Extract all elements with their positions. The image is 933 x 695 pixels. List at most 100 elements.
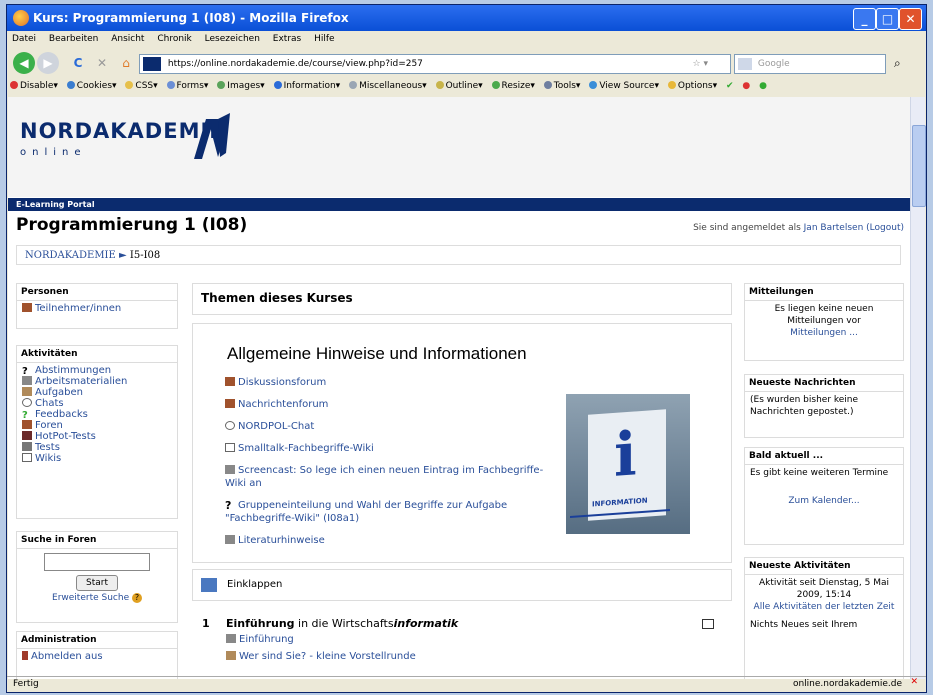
webdev-options[interactable]: Options▾ [667, 81, 717, 91]
quiz-icon [22, 442, 32, 451]
link-gruppeneinteilung[interactable]: ? Gruppeneinteilung und Wahl der Begriffe… [225, 499, 555, 525]
link-abstimmungen[interactable]: ? Abstimmungen [22, 365, 172, 377]
webdev-miscellaneous[interactable]: Miscellaneous▾ [349, 81, 427, 91]
collapse-bar[interactable]: Einklappen [192, 569, 732, 601]
breadcrumb-root[interactable]: NORDAKADEMIE [25, 250, 116, 261]
link-hotpot-tests[interactable]: HotPot-Tests [22, 431, 172, 442]
collapse-icon[interactable] [201, 578, 217, 592]
info-image-text: INFORMATION [592, 496, 648, 509]
nordakademie-n-icon [194, 113, 230, 159]
menu-bearbeiten[interactable]: Bearbeiten [49, 34, 98, 44]
assignment-icon [226, 651, 236, 660]
login-info: Sie sind angemeldet als Jan Bartelsen (L… [693, 223, 904, 233]
search-engine-icon[interactable] [738, 58, 752, 70]
maximize-button[interactable]: □ [876, 8, 899, 30]
css-icon [125, 81, 134, 89]
menu-hilfe[interactable]: Hilfe [314, 34, 334, 44]
link-arbeitsmaterialien[interactable]: Arbeitsmaterialien [22, 376, 172, 387]
back-arrow-icon[interactable]: ◀ [13, 52, 35, 74]
webdev-information[interactable]: Information▾ [273, 81, 340, 91]
close-button[interactable]: ✕ [899, 8, 922, 30]
logout-link[interactable]: (Logout) [866, 223, 904, 233]
collapse-label: Einklappen [227, 579, 283, 590]
link-vorstellrunde[interactable]: Wer sind Sie? - kleine Vorstellrunde [226, 651, 416, 662]
webdev-tools[interactable]: Tools▾ [543, 81, 580, 91]
minimize-button[interactable]: _ [853, 8, 876, 30]
link-screencast[interactable]: Screencast: So lege ich einen neuen Eint… [225, 464, 555, 490]
link-literaturhinweise[interactable]: Literaturhinweise [225, 534, 555, 547]
status-text: Fertig [13, 679, 39, 689]
link-teilnehmer[interactable]: Teilnehmer/innen [22, 303, 172, 314]
block-suche: Suche in Foren Start Erweiterte Suche ? [16, 531, 178, 623]
images-icon [217, 81, 226, 89]
link-nordpol-chat[interactable]: NORDPOL-Chat [225, 420, 555, 433]
search-placeholder: Google [757, 59, 790, 69]
link-feedbacks[interactable]: ? Feedbacks [22, 409, 172, 421]
home-icon[interactable]: ⌂ [115, 52, 137, 74]
webdev-resize[interactable]: Resize▾ [491, 81, 535, 91]
tools-icon [543, 81, 552, 89]
wiki-icon [225, 443, 235, 452]
reload-icon[interactable]: C [67, 52, 89, 74]
feedback-icon: ? [22, 410, 28, 421]
search-box[interactable]: Google [734, 54, 886, 74]
block-neueste-aktivitaeten-title: Neueste Aktivitäten [745, 558, 903, 575]
link-nachrichtenforum[interactable]: Nachrichtenforum [225, 398, 555, 411]
webdev-images[interactable]: Images▾ [217, 81, 265, 91]
advanced-search-link[interactable]: Erweiterte Suche [52, 593, 129, 603]
stop-icon[interactable]: ✕ [91, 52, 113, 74]
block-personen-title: Personen [17, 284, 177, 301]
webdev-disable[interactable]: Disable▾ [10, 81, 58, 91]
link-diskussionsforum[interactable]: Diskussionsforum [225, 376, 555, 389]
menu-extras[interactable]: Extras [273, 34, 301, 44]
webdev-outline[interactable]: Outline▾ [435, 81, 483, 91]
topic-title-rest: in die Wirtschafts [294, 617, 394, 630]
link-wikis[interactable]: Wikis [22, 453, 172, 464]
user-name-link[interactable]: Jan Bartelsen [804, 223, 864, 233]
title-bar: Kurs: Programmierung 1 (I08) - Mozilla F… [7, 5, 926, 31]
kalender-link[interactable]: Zum Kalender... [750, 495, 898, 507]
alle-aktivitaeten-link[interactable]: Alle Aktivitäten der letzten Zeit [750, 601, 898, 613]
bookmark-star-icon[interactable]: ☆ ▾ [693, 55, 708, 73]
link-abmelden[interactable]: Abmelden aus [22, 651, 172, 662]
forward-arrow-icon[interactable]: ▶ [37, 52, 59, 74]
menu-ansicht[interactable]: Ansicht [111, 34, 144, 44]
menu-lesezeichen[interactable]: Lesezeichen [205, 34, 260, 44]
assignment-icon [22, 387, 32, 396]
link-chats[interactable]: Chats [22, 398, 172, 409]
webdev-css[interactable]: CSS▾ [125, 81, 158, 91]
scrollbar-thumb[interactable] [912, 125, 926, 207]
status-error-icon[interactable]: ✕ [910, 677, 918, 687]
menu-datei[interactable]: Datei [12, 34, 36, 44]
bald-text: Es gibt keine weiteren Termine [750, 468, 889, 478]
start-button[interactable]: Start [76, 575, 118, 591]
webdev-cookies[interactable]: Cookies▾ [66, 81, 117, 91]
link-foren[interactable]: Foren [22, 420, 172, 431]
webdev-view-source[interactable]: View Source▾ [589, 81, 659, 91]
help-icon[interactable]: ? [131, 593, 142, 603]
site-header: NORDAKADEMIE online [8, 97, 912, 197]
block-neueste-aktivitaeten: Neueste Aktivitäten Aktivität seit Diens… [744, 557, 904, 679]
link-einfuehrung[interactable]: Einführung [226, 634, 294, 645]
webdev-forms[interactable]: Forms▾ [166, 81, 208, 91]
topic-highlight-checkbox[interactable] [702, 619, 714, 629]
error-icon[interactable]: ● [742, 81, 750, 91]
course-title: Programmierung 1 (I08) [16, 215, 248, 235]
block-administration-title: Administration [17, 632, 177, 649]
mitteilungen-link[interactable]: Mitteilungen ... [750, 327, 898, 339]
ok-icon[interactable]: ● [759, 81, 767, 91]
link-aufgaben[interactable]: Aufgaben [22, 387, 172, 398]
block-personen: Personen Teilnehmer/innen [16, 283, 178, 329]
login-prefix: Sie sind angemeldet als [693, 223, 801, 233]
browser-window: Kurs: Programmierung 1 (I08) - Mozilla F… [6, 4, 927, 693]
forum-search-input[interactable] [44, 553, 150, 571]
menu-chronik[interactable]: Chronik [157, 34, 191, 44]
address-bar[interactable]: https://online.nordakademie.de/course/vi… [139, 54, 731, 74]
check-icon[interactable]: ✔ [726, 81, 734, 91]
document-icon [225, 535, 235, 544]
link-smalltalk-wiki[interactable]: Smalltalk-Fachbegriffe-Wiki [225, 442, 555, 455]
aktivitaeten-since-text: Aktivität seit Dienstag, 5 Mai 2009, 15:… [759, 578, 889, 600]
vertical-scrollbar[interactable] [910, 97, 926, 679]
link-tests[interactable]: Tests [22, 442, 172, 453]
magnifier-icon[interactable]: ⌕ [894, 56, 901, 71]
